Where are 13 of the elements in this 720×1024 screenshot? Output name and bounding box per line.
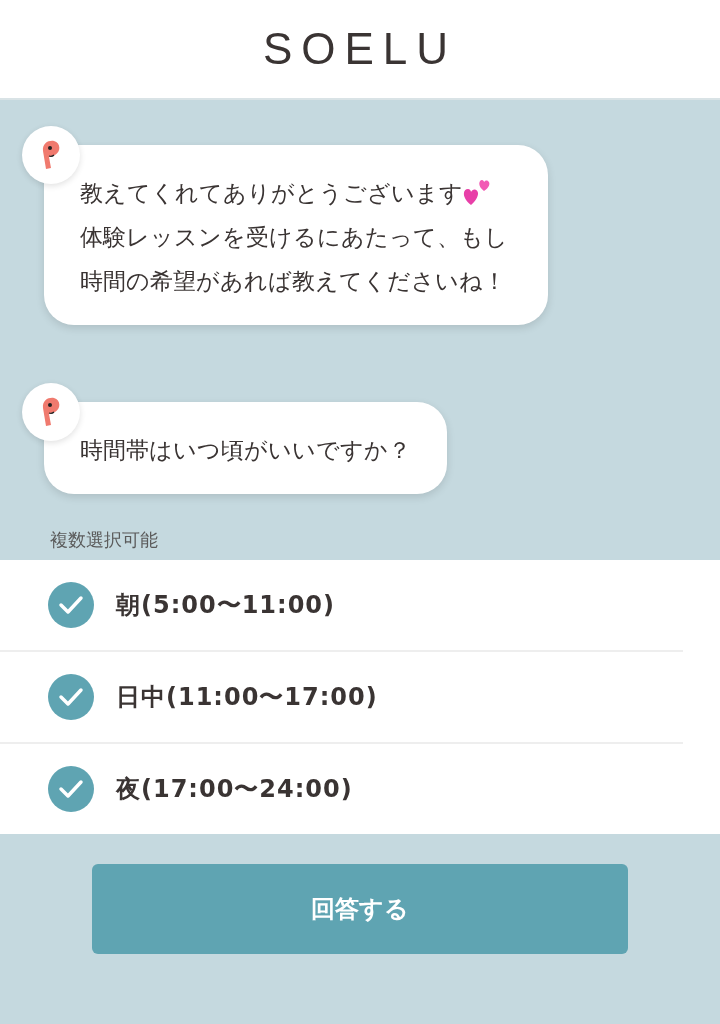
checkbox[interactable] bbox=[48, 766, 94, 812]
checkbox[interactable] bbox=[48, 674, 94, 720]
option-label[interactable]: 夜(17:00〜24:00) bbox=[116, 773, 353, 805]
message-text: 時間帯はいつ頃がいいですか？ bbox=[80, 437, 411, 463]
message-text: 体験レッスンを受けるにあたって、もし時間の希望があれば教えてくださいね！ bbox=[80, 224, 508, 294]
bird-icon bbox=[40, 139, 62, 171]
option-label[interactable]: 朝(5:00〜11:00) bbox=[116, 589, 336, 621]
hint-text: 複数選択可能 bbox=[49, 528, 159, 552]
option-label[interactable]: 日中(11:00〜17:00) bbox=[116, 681, 378, 713]
bird-icon bbox=[40, 396, 62, 428]
checkbox[interactable] bbox=[48, 582, 94, 628]
message-text: 教えてくれてありがとうございます bbox=[80, 180, 463, 206]
logo: SOELU bbox=[262, 24, 458, 74]
